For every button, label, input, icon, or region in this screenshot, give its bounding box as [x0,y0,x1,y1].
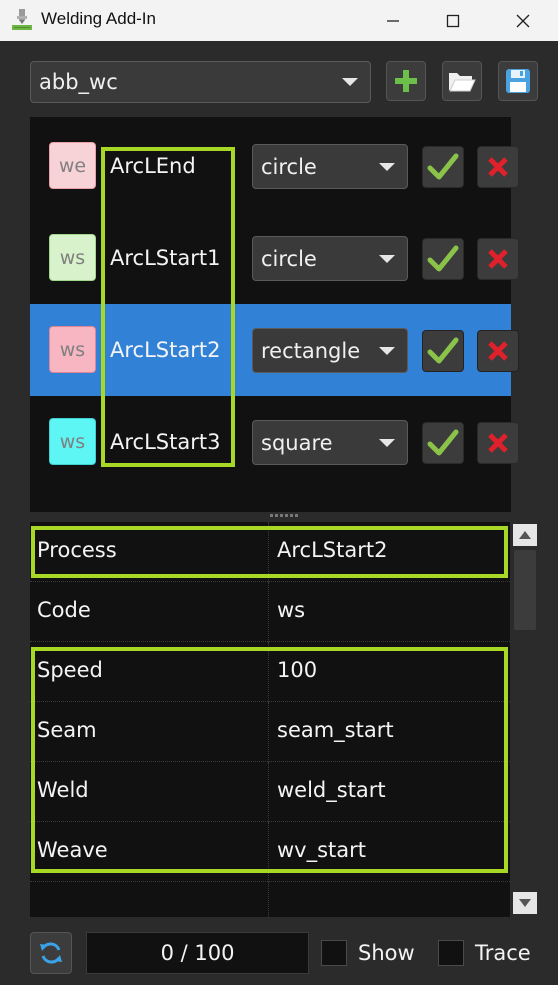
apply-button[interactable] [422,330,464,372]
folder-open-icon [449,73,476,92]
shape-dropdown[interactable]: circle [252,144,408,189]
checkmark-icon [427,337,459,364]
property-value[interactable]: ws [277,598,305,622]
window-title: Welding Add-In [41,9,156,28]
open-button[interactable] [442,61,482,101]
chevron-down-icon [342,78,358,86]
scroll-down-button[interactable] [513,892,537,914]
show-checkbox[interactable] [321,940,347,966]
delete-button[interactable] [477,330,519,372]
apply-button[interactable] [422,238,464,280]
checkmark-icon [427,429,459,456]
shape-dropdown-value: circle [261,246,317,271]
floppy-disk-icon [506,69,530,93]
close-button[interactable] [490,0,556,41]
chevron-down-icon [379,438,395,447]
shape-dropdown-value: circle [261,154,317,179]
apply-button[interactable] [422,422,464,464]
process-code-badge: ws [49,418,96,465]
trace-checkbox[interactable] [438,940,464,966]
delete-x-icon [488,433,508,453]
title-bar: Welding Add-In [0,0,558,41]
chevron-down-icon [379,346,395,355]
parameters-highlight [31,647,508,873]
chevron-up-icon [519,531,531,539]
name-column-highlight [101,147,235,467]
shape-dropdown-value: square [261,430,333,455]
delete-button[interactable] [477,238,519,280]
table-empty-area [268,882,269,917]
chevron-down-icon [519,899,531,907]
show-label: Show [358,941,415,965]
apply-button[interactable] [422,146,464,188]
maximize-icon [446,14,460,27]
progress-counter: 0 / 100 [86,932,309,974]
property-scrollbar[interactable] [511,522,539,917]
delete-x-icon [488,249,508,269]
process-row-highlight [31,526,508,578]
shape-dropdown[interactable]: square [252,420,408,465]
save-button[interactable] [498,61,538,101]
trace-label: Trace [475,941,531,965]
refresh-icon [40,942,62,964]
profile-dropdown-value: abb_wc [39,70,118,94]
delete-button[interactable] [477,422,519,464]
splitter-handle[interactable] [270,514,304,518]
process-code-badge: ws [49,234,96,281]
checkmark-icon [427,153,459,180]
checkmark-icon [427,245,459,272]
scroll-thumb[interactable] [514,550,536,630]
chevron-down-icon [379,162,395,171]
shape-dropdown[interactable]: rectangle [252,328,408,373]
profile-dropdown[interactable]: abb_wc [30,61,371,103]
scroll-up-button[interactable] [513,524,537,546]
shape-dropdown[interactable]: circle [252,236,408,281]
minimize-button[interactable] [360,0,426,41]
delete-button[interactable] [477,146,519,188]
plus-icon [395,70,417,92]
delete-x-icon [488,157,508,177]
property-row[interactable]: Code ws [30,582,510,642]
maximize-button[interactable] [420,0,486,41]
chevron-down-icon [379,254,395,263]
process-code-badge: we [49,142,96,189]
shape-dropdown-value: rectangle [261,338,361,363]
add-button[interactable] [386,61,426,101]
property-key: Code [37,598,91,622]
minimize-icon [387,19,399,22]
refresh-button[interactable] [30,932,72,974]
welding-app-icon [12,9,32,30]
delete-x-icon [488,341,508,361]
close-icon [516,14,530,27]
process-code-badge: ws [49,326,96,373]
